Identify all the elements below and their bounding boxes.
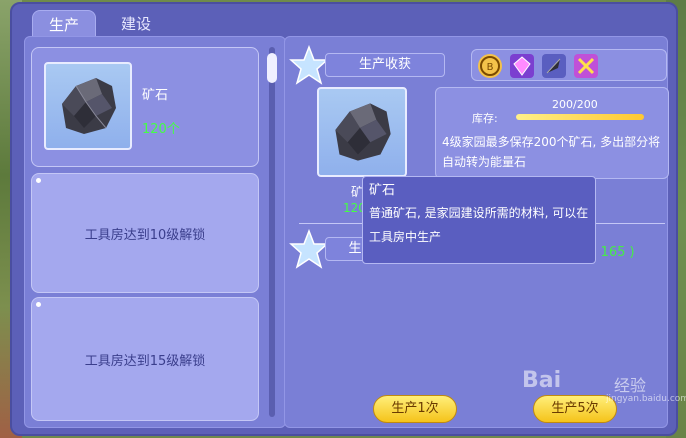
stock-label: 库存: — [472, 112, 498, 125]
watermark-url: jingyan.baidu.com — [606, 394, 686, 404]
section-title-harvest: 生产收获 — [325, 53, 445, 77]
stock-progress-bar — [516, 114, 644, 120]
list-scrollbar[interactable] — [267, 47, 277, 417]
production-slot-locked: 工具房达到15级解锁 — [31, 297, 259, 421]
ingredient-icon-row: B — [471, 49, 667, 81]
scrollbar-thumb[interactable] — [267, 53, 277, 83]
stock-value: 200/200 — [552, 98, 598, 111]
locked-slot-text: 工具房达到10级解锁 — [84, 227, 206, 243]
slot-item-count: 120个 — [142, 122, 180, 137]
produce-five-button[interactable]: 生产5次 — [533, 395, 617, 423]
tab-production[interactable]: 生产 — [32, 10, 96, 38]
production-list-panel: 矿石 120个 工具房达到10级解锁 工具房达到15级解锁 — [24, 36, 286, 428]
tooltip-title: 矿石 — [369, 183, 396, 198]
ore-icon — [335, 103, 391, 161]
star-icon — [289, 45, 329, 85]
watermark-text: 经验 — [614, 376, 647, 395]
produce-once-button[interactable]: 生产1次 — [373, 395, 457, 423]
storage-info-text: 4级家园最多保存200个矿石, 多出部分将自动转为能量石 — [442, 135, 661, 169]
product-item-frame — [317, 87, 407, 177]
svg-text:B: B — [487, 62, 494, 73]
cross-icon[interactable] — [574, 54, 598, 78]
badge-icon[interactable]: B — [478, 54, 502, 78]
ore-item-frame — [44, 62, 132, 150]
production-slot-locked: 工具房达到10级解锁 — [31, 173, 259, 293]
ore-icon — [62, 78, 116, 134]
stock-progress-fill — [516, 114, 644, 120]
gem-icon[interactable] — [510, 54, 534, 78]
storage-info-box: 库存: 200/200 4级家园最多保存200个矿石, 多出部分将自动转为能量石 — [435, 87, 669, 179]
production-slot-ore[interactable]: 矿石 120个 — [31, 47, 259, 167]
tab-construction[interactable]: 建设 — [104, 10, 168, 38]
star-icon — [289, 229, 329, 269]
tooltip-body: 普通矿石, 是家园建设所需的材料, 可以在工具房中生产 — [369, 206, 589, 244]
slot-item-name: 矿石 — [142, 88, 169, 103]
locked-slot-text: 工具房达到15级解锁 — [84, 353, 206, 369]
watermark-logo: Bai — [522, 368, 562, 393]
feather-icon[interactable] — [542, 54, 566, 78]
item-tooltip: 矿石 普通矿石, 是家园建设所需的材料, 可以在工具房中生产 — [362, 176, 596, 264]
